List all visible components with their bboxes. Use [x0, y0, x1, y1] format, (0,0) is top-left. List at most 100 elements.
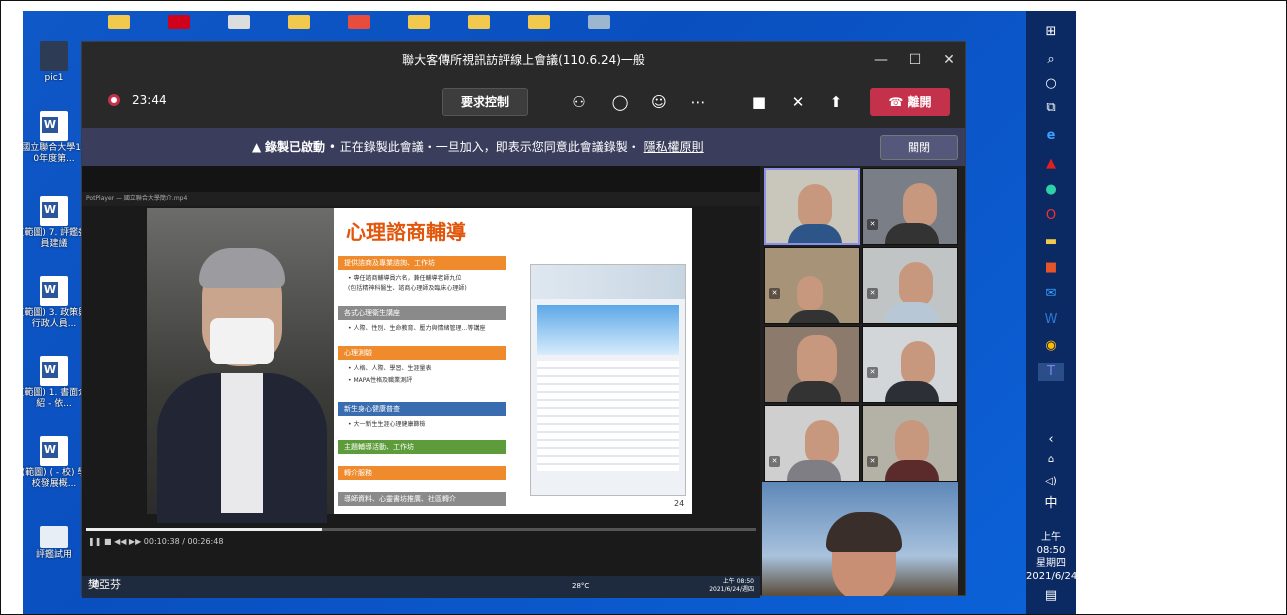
chat-icon[interactable]: ◯: [608, 90, 632, 114]
desktop-icon-label: (範圖) 3. 政策與行政人員...: [23, 308, 88, 329]
maximize-button[interactable]: ☐: [898, 42, 932, 78]
acrobat-icon[interactable]: ▲: [1038, 155, 1064, 173]
powerpoint-icon[interactable]: ■: [1038, 259, 1064, 277]
presenter-hair: [199, 248, 285, 288]
word-doc-icon: W: [40, 276, 68, 306]
website-header: [531, 265, 685, 299]
participant-tile[interactable]: [764, 326, 860, 403]
participant-tile[interactable]: [764, 168, 860, 245]
stop-icon[interactable]: ■: [104, 537, 114, 546]
desktop-icon-pic1[interactable]: pic1: [23, 41, 89, 84]
desktop-icon-label: (範圖) 7. 評鑑委員建議: [23, 228, 88, 249]
participant-face: [899, 262, 933, 306]
ppt-icon[interactable]: [348, 15, 370, 29]
search-icon[interactable]: ⌕: [1038, 51, 1064, 69]
folder-icon[interactable]: [528, 15, 550, 29]
minimize-button[interactable]: —: [864, 42, 898, 78]
desktop-icon-doc3[interactable]: W (範圖) 3. 政策與行政人員...: [23, 276, 89, 330]
participant-body: [885, 460, 939, 481]
previous-icon[interactable]: ◀◀: [114, 537, 129, 546]
desktop-icon-app[interactable]: 評鑑試用: [23, 526, 89, 561]
participant-tile[interactable]: ✕: [764, 405, 860, 482]
file-explorer-icon[interactable]: ▬: [1038, 233, 1064, 251]
cortana-icon[interactable]: ○: [1038, 75, 1064, 93]
folder-icon[interactable]: [468, 15, 490, 29]
window-title: 聯大客傳所視訊訪評線上會議(110.6.24)一般: [402, 53, 645, 67]
leave-label: 離開: [907, 95, 932, 109]
start-icon[interactable]: ⊞: [1038, 23, 1064, 41]
participant-tile[interactable]: ✕: [862, 405, 958, 482]
teams-icon[interactable]: T: [1038, 363, 1064, 381]
close-banner-button[interactable]: 關閉: [880, 135, 958, 160]
next-icon[interactable]: ▶▶: [129, 537, 144, 546]
file-icon[interactable]: [228, 15, 250, 29]
mic-muted-icon: ✕: [867, 367, 878, 378]
banner-separator: •: [328, 140, 340, 154]
desktop-icon-doc5[interactable]: W (範圖) ( - 校) 學校發展概...: [23, 436, 89, 490]
opera-icon[interactable]: O: [1038, 207, 1064, 225]
folder-icon[interactable]: [408, 15, 430, 29]
folder-icon[interactable]: [288, 15, 310, 29]
participants-icon[interactable]: ⚇: [567, 90, 591, 114]
participant-tile-large[interactable]: [762, 482, 958, 596]
pause-icon[interactable]: ❚❚: [88, 537, 104, 546]
banner-message: ▲ 錄製已啟動 • 正在錄製此會議・一旦加入，即表示您同意此會議錄製・ 隱私權原…: [252, 128, 704, 166]
request-control-button[interactable]: 要求控制: [442, 88, 528, 116]
folder-icon[interactable]: [108, 15, 130, 29]
chrome-icon[interactable]: ◉: [1038, 337, 1064, 355]
pdf-icon[interactable]: [168, 15, 190, 29]
participant-body: [787, 381, 841, 402]
ime-indicator[interactable]: 中: [1038, 495, 1064, 513]
volume-icon[interactable]: ◁): [1038, 473, 1064, 491]
participant-face: [901, 341, 935, 385]
participant-face: [903, 183, 937, 227]
mail-icon[interactable]: ✉: [1038, 285, 1064, 303]
participant-tile[interactable]: ✕: [862, 168, 958, 245]
system-clock[interactable]: 上午 08:50 星期四 2021/6/24: [1026, 531, 1077, 583]
clock-time: 上午 08:50: [1036, 532, 1066, 556]
banner-text: 正在錄製此會議・一旦加入，即表示您同意此會議錄製・: [339, 140, 640, 154]
notification-icon[interactable]: ▤: [1038, 587, 1064, 605]
participant-tile[interactable]: ✕: [862, 247, 958, 324]
slide-section-bar: 新生身心健康普查: [338, 402, 506, 416]
participant-face: [805, 420, 839, 464]
mic-muted-icon: ✕: [769, 288, 780, 299]
reactions-icon[interactable]: ☺: [647, 90, 671, 114]
camera-icon[interactable]: ■: [747, 90, 771, 114]
cloud-icon[interactable]: [588, 15, 610, 29]
word-icon[interactable]: W: [1038, 311, 1064, 329]
task-view-icon[interactable]: ⧉: [1038, 99, 1064, 117]
playback-time: 00:10:38 / 00:26:48: [143, 537, 224, 546]
ie-icon[interactable]: e: [1038, 127, 1064, 145]
close-window-button[interactable]: ✕: [932, 42, 966, 78]
participant-face: [798, 184, 832, 228]
desktop-icon-doc4[interactable]: W (範圖) 1. 書面介紹 - 依...: [23, 356, 89, 410]
desktop-icon-doc1[interactable]: W 國立聯合大學110年度第...: [23, 111, 89, 165]
privacy-policy-link[interactable]: 隱私權原則: [644, 140, 704, 154]
participant-face: [895, 420, 929, 464]
share-screen-icon[interactable]: ⬆: [824, 90, 848, 114]
participant-tile[interactable]: ✕: [862, 326, 958, 403]
slide-title: 心理諮商輔導: [346, 220, 466, 244]
slide-page-number: 24: [674, 499, 685, 508]
slide-section-bar: 主題輔導活動、工作坊: [338, 440, 506, 454]
more-options-icon[interactable]: ⋯: [686, 90, 710, 114]
participant-body: [788, 224, 842, 243]
recording-icon: [108, 94, 120, 106]
leave-button[interactable]: ☎ 離開: [870, 88, 950, 116]
image-file-icon: [40, 41, 68, 71]
slide-bullet: • 人際、性別、生命教育、壓力與情緒管理…等講座: [348, 325, 486, 332]
network-icon[interactable]: ⌂: [1038, 451, 1064, 469]
slide-section-bar: 轉介服務: [338, 466, 506, 480]
website-content: [537, 361, 679, 471]
seek-bar[interactable]: [86, 528, 756, 531]
participant-hair: [826, 512, 902, 552]
mic-muted-icon[interactable]: ✕: [786, 90, 810, 114]
chevron-left-icon[interactable]: ‹: [1038, 431, 1064, 449]
participant-tile[interactable]: ✕: [764, 247, 860, 324]
mic-muted-icon: ✕: [867, 288, 878, 299]
edge-icon[interactable]: ●: [1038, 181, 1064, 199]
slide-section-bar: 提供諮商及專業諮詢、工作坊: [338, 256, 506, 270]
word-doc-icon: W: [40, 111, 68, 141]
desktop-icon-doc2[interactable]: W (範圖) 7. 評鑑委員建議: [23, 196, 89, 250]
